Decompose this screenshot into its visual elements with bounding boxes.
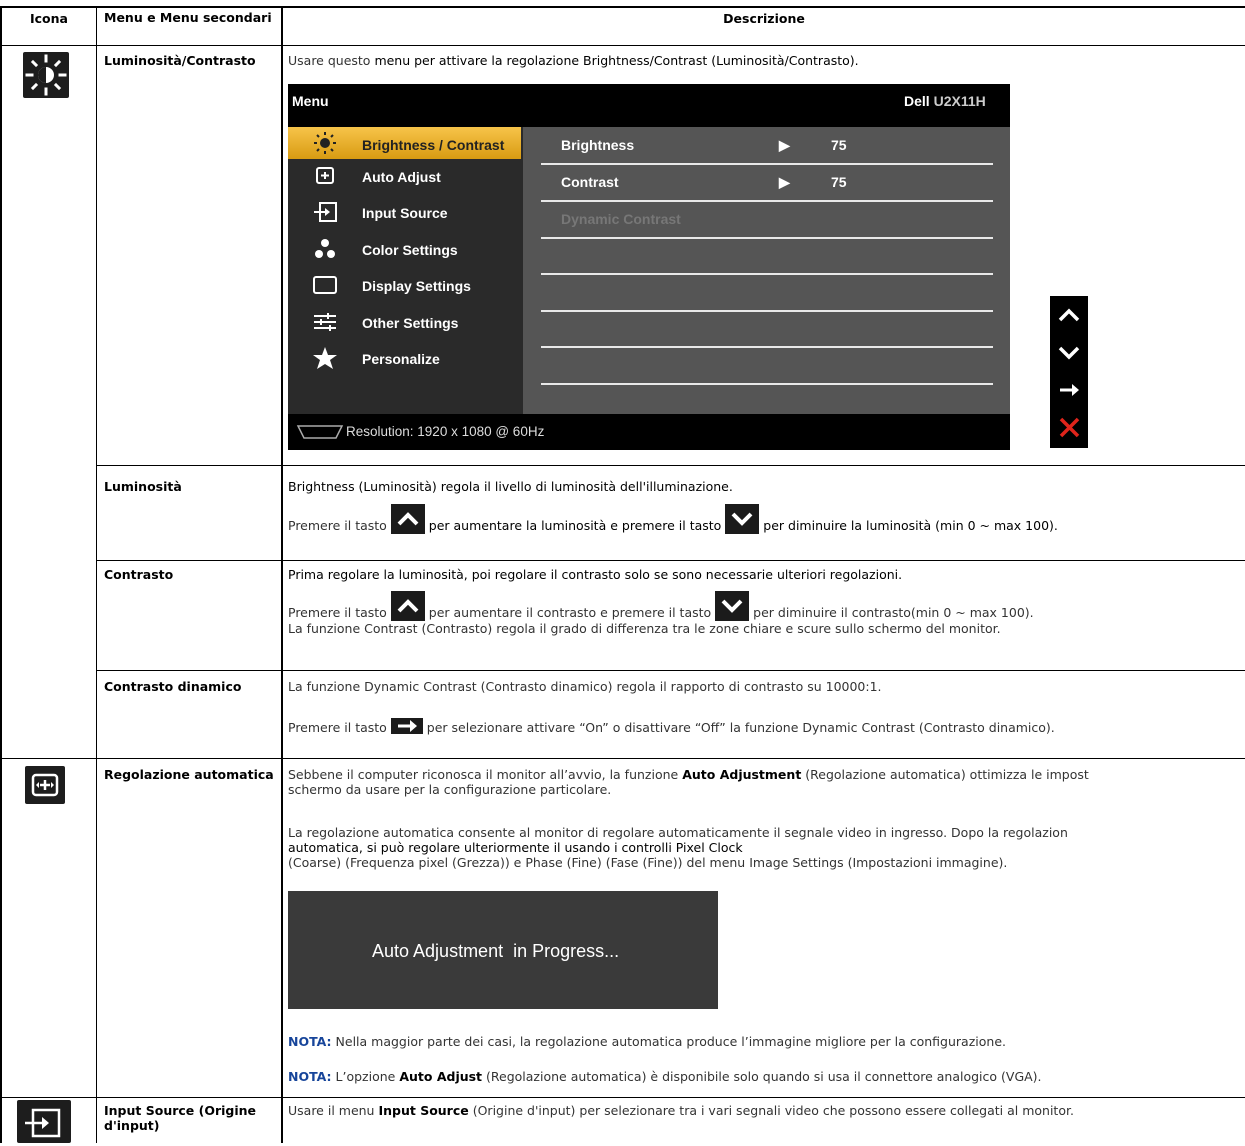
auto-adjust-icon xyxy=(25,766,65,804)
input-source-icon xyxy=(17,1100,71,1143)
osd-submenu-contrast[interactable]: Contrast ▶ 75 xyxy=(541,164,993,202)
osd-item-label: Personalize xyxy=(362,351,440,367)
osd-submenu-empty-row xyxy=(541,347,993,385)
osd-item-brightness-contrast[interactable]: Brightness / Contrast xyxy=(288,127,521,159)
osd-submenu-label: Dynamic Contrast xyxy=(561,211,681,227)
osd-submenu-brightness[interactable]: Brightness ▶ 75 xyxy=(541,127,993,165)
osd-brand: Dell U2X11H xyxy=(904,93,986,109)
osd-submenu-dynamic-contrast[interactable]: Dynamic Contrast xyxy=(541,201,993,239)
row-divider xyxy=(97,670,1245,671)
auto-adjust-para2: La regolazione automatica consente al mo… xyxy=(288,825,1068,870)
menu-brightness: Luminosità xyxy=(104,479,182,494)
osd-item-color-settings[interactable]: Color Settings xyxy=(288,233,521,265)
menu-contrast: Contrasto xyxy=(104,567,174,582)
osd-navigation-keys xyxy=(1050,296,1088,448)
osd-submenu-empty-row xyxy=(541,274,993,312)
table-border-left xyxy=(0,6,2,1143)
auto-adjust-note2: NOTA: L’opzione Auto Adjust (Regolazione… xyxy=(288,1069,1042,1084)
contrast-line1: Prima regolare la luminosità, poi regola… xyxy=(288,567,903,582)
osd-item-label: Brightness / Contrast xyxy=(362,137,505,153)
osd-item-label: Input Source xyxy=(362,205,448,221)
progress-text: Auto Adjustment in Progress... xyxy=(372,941,620,961)
settings-table: Icona Menu e Menu secondari Descrizione xyxy=(0,0,1245,1143)
menu-auto-adjust: Regolazione automatica xyxy=(104,767,274,782)
menu-input-source: Input Source (Origine d'input) xyxy=(104,1103,257,1133)
auto-adjust-progress-screenshot: Auto Adjustment in Progress... xyxy=(288,891,718,1009)
enter-arrow-icon xyxy=(1060,384,1079,396)
row-divider xyxy=(0,1097,1245,1098)
osd-item-label: Auto Adjust xyxy=(362,169,441,185)
brightness-contrast-description: Usare questo menu per attivare la regola… xyxy=(288,53,859,68)
osd-item-label: Other Settings xyxy=(362,315,459,331)
up-key-icon xyxy=(390,591,425,621)
row-divider xyxy=(0,758,1245,759)
contrast-line3: La funzione Contrast (Contrasto) regola … xyxy=(288,621,1001,636)
header-menu: Menu e Menu secondari xyxy=(104,10,272,25)
column-divider-1 xyxy=(96,6,97,1143)
osd-submenu-empty-row xyxy=(541,310,993,348)
osd-submenu: Brightness ▶ 75 Contrast ▶ 75 Dynamic Co… xyxy=(523,127,1010,414)
input-source-description: Usare il menu Input Source (Origine d'in… xyxy=(288,1103,1074,1118)
auto-adjust-note1: NOTA: Nella maggior parte dei casi, la r… xyxy=(288,1034,1006,1049)
menu-dynamic-contrast: Contrasto dinamico xyxy=(104,679,242,694)
osd-submenu-empty-row xyxy=(541,237,993,275)
osd-title-bar: Menu Dell U2X11H xyxy=(288,84,1010,118)
dynamic-contrast-line1: La funzione Dynamic Contrast (Contrasto … xyxy=(288,679,882,694)
down-arrow-icon xyxy=(1058,346,1080,360)
osd-item-input-source[interactable]: Input Source xyxy=(288,196,521,228)
row-divider xyxy=(0,45,1245,46)
enter-key-icon xyxy=(390,718,423,734)
column-divider-2 xyxy=(281,6,283,1143)
osd-item-label: Color Settings xyxy=(362,242,458,258)
osd-item-personalize[interactable]: Personalize xyxy=(288,342,521,374)
row-divider xyxy=(97,560,1245,561)
osd-item-auto-adjust[interactable]: Auto Adjust xyxy=(288,160,521,192)
osd-main-menu: Brightness / Contrast Auto Adjust Input … xyxy=(288,127,523,414)
up-arrow-icon xyxy=(1058,308,1080,322)
dynamic-contrast-line2: Premere il tasto per selezionare attivar… xyxy=(288,718,1055,735)
vga-connector-icon xyxy=(296,425,344,439)
osd-title: Menu xyxy=(292,93,329,109)
brightness-icon xyxy=(23,52,69,98)
right-triangle-icon: ▶ xyxy=(779,137,790,153)
osd-resolution: Resolution: 1920 x 1080 @ 60Hz xyxy=(346,424,545,439)
osd-submenu-label: Contrast xyxy=(561,174,619,190)
osd-item-label: Display Settings xyxy=(362,278,471,294)
right-triangle-icon: ▶ xyxy=(779,174,790,190)
up-key-icon xyxy=(390,504,425,534)
row-divider xyxy=(97,465,1245,466)
down-key-icon xyxy=(725,504,760,534)
brightness-line2: Premere il tasto per aumentare la lumino… xyxy=(288,504,1243,541)
table-border-top xyxy=(0,6,1245,8)
header-icon: Icona xyxy=(30,11,68,26)
osd-menu-screenshot: Menu Dell U2X11H Brightness / Contrast A… xyxy=(288,84,1010,450)
brightness-line1: Brightness (Luminosità) regola il livell… xyxy=(288,479,733,494)
osd-status-bar: Resolution: 1920 x 1080 @ 60Hz xyxy=(288,414,1010,450)
osd-item-other-settings[interactable]: Other Settings xyxy=(288,306,521,338)
osd-submenu-label: Brightness xyxy=(561,137,635,153)
osd-submenu-value: 75 xyxy=(831,174,847,190)
osd-item-display-settings[interactable]: Display Settings xyxy=(288,269,521,301)
header-description: Descrizione xyxy=(723,11,805,26)
menu-brightness-contrast: Luminosità/Contrasto xyxy=(104,53,256,68)
auto-adjust-para1: Sebbene il computer riconosca il monitor… xyxy=(288,767,1089,797)
down-key-icon xyxy=(715,591,750,621)
osd-submenu-value: 75 xyxy=(831,137,847,153)
close-icon xyxy=(1059,417,1080,438)
